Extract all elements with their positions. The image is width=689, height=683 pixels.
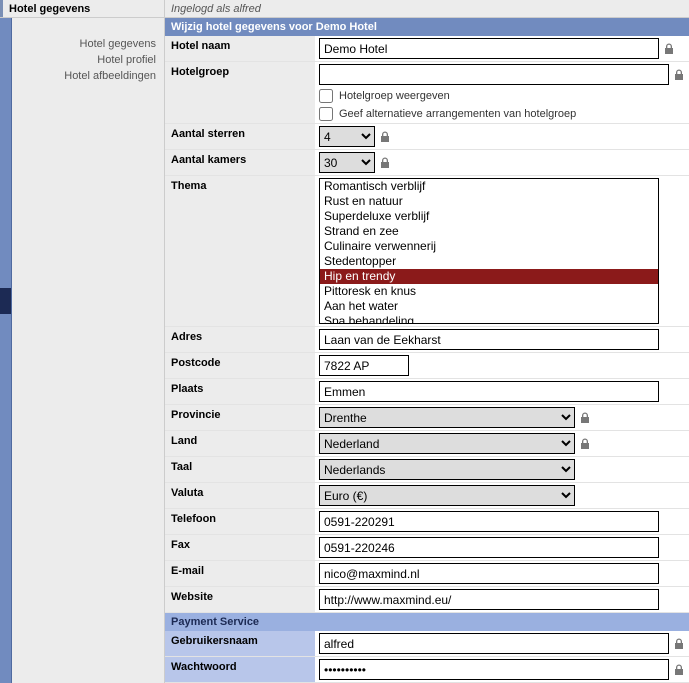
thema-option[interactable]: Superdeluxe verblijf (320, 209, 658, 224)
email-input[interactable] (319, 563, 659, 584)
lock-icon (379, 157, 391, 169)
label-wachtwoord: Wachtwoord (165, 657, 315, 682)
label-telefoon: Telefoon (165, 509, 315, 534)
land-select[interactable]: Nederland (319, 433, 575, 454)
checkbox-label: Hotelgroep weergeven (339, 90, 450, 102)
label-plaats: Plaats (165, 379, 315, 404)
website-input[interactable] (319, 589, 659, 610)
hotelgroep-weergeven-checkbox[interactable]: Hotelgroep weergeven (319, 89, 685, 103)
sterren-select[interactable]: 4 (319, 126, 375, 147)
taal-select[interactable]: Nederlands (319, 459, 575, 480)
thema-option[interactable]: Pittoresk en knus (320, 284, 658, 299)
thema-option[interactable]: Aan het water (320, 299, 658, 314)
label-fax: Fax (165, 535, 315, 560)
valuta-select[interactable]: Euro (€) (319, 485, 575, 506)
label-taal: Taal (165, 457, 315, 482)
thema-listbox[interactable]: Romantisch verblijfRust en natuurSuperde… (319, 178, 659, 324)
lock-icon (379, 131, 391, 143)
adres-input[interactable] (319, 329, 659, 350)
label-hotel-naam: Hotel naam (165, 36, 315, 61)
thema-option[interactable]: Rust en natuur (320, 194, 658, 209)
lock-icon (579, 438, 591, 450)
login-status: Ingelogd als alfred (165, 0, 689, 17)
checkbox-label: Geef alternatieve arrangementen van hote… (339, 108, 576, 120)
label-provincie: Provincie (165, 405, 315, 430)
thema-option[interactable]: Romantisch verblijf (320, 179, 658, 194)
thema-option[interactable]: Stedentopper (320, 254, 658, 269)
thema-option[interactable]: Hip en trendy (320, 269, 658, 284)
lock-icon (673, 638, 685, 650)
kamers-select[interactable]: 30 (319, 152, 375, 173)
label-adres: Adres (165, 327, 315, 352)
label-hotelgroep: Hotelgroep (165, 62, 315, 123)
label-kamers: Aantal kamers (165, 150, 315, 175)
page-title: Hotel gegevens (0, 0, 165, 17)
postcode-input[interactable] (319, 355, 409, 376)
wachtwoord-input[interactable] (319, 659, 669, 680)
label-email: E-mail (165, 561, 315, 586)
provincie-select[interactable]: Drenthe (319, 407, 575, 428)
label-postcode: Postcode (165, 353, 315, 378)
thema-option[interactable]: Strand en zee (320, 224, 658, 239)
thema-option[interactable]: Spa behandeling (320, 314, 658, 324)
hotelgroep-input[interactable] (319, 64, 669, 85)
plaats-input[interactable] (319, 381, 659, 402)
label-sterren: Aantal sterren (165, 124, 315, 149)
lock-icon (673, 69, 685, 81)
hotel-naam-input[interactable] (319, 38, 659, 59)
lock-icon (673, 664, 685, 676)
gebruikersnaam-input[interactable] (319, 633, 669, 654)
label-valuta: Valuta (165, 483, 315, 508)
telefoon-input[interactable] (319, 511, 659, 532)
fax-input[interactable] (319, 537, 659, 558)
label-gebruikersnaam: Gebruikersnaam (165, 631, 315, 656)
left-rail (0, 18, 12, 683)
sidebar-item-hotel-profiel[interactable]: Hotel profiel (12, 52, 164, 68)
lock-icon (663, 43, 675, 55)
thema-option[interactable]: Culinaire verwennerij (320, 239, 658, 254)
sidebar: Hotel gegevens Hotel profiel Hotel afbee… (12, 18, 165, 683)
label-website: Website (165, 587, 315, 612)
payment-section-header: Payment Service (165, 613, 689, 631)
label-thema: Thema (165, 176, 315, 326)
label-land: Land (165, 431, 315, 456)
lock-icon (579, 412, 591, 424)
sidebar-item-hotel-afbeeldingen[interactable]: Hotel afbeeldingen (12, 68, 164, 84)
section-header: Wijzig hotel gegevens voor Demo Hotel (165, 18, 689, 36)
hotelgroep-alternatief-checkbox[interactable]: Geef alternatieve arrangementen van hote… (319, 107, 685, 121)
sidebar-item-hotel-gegevens[interactable]: Hotel gegevens (12, 36, 164, 52)
